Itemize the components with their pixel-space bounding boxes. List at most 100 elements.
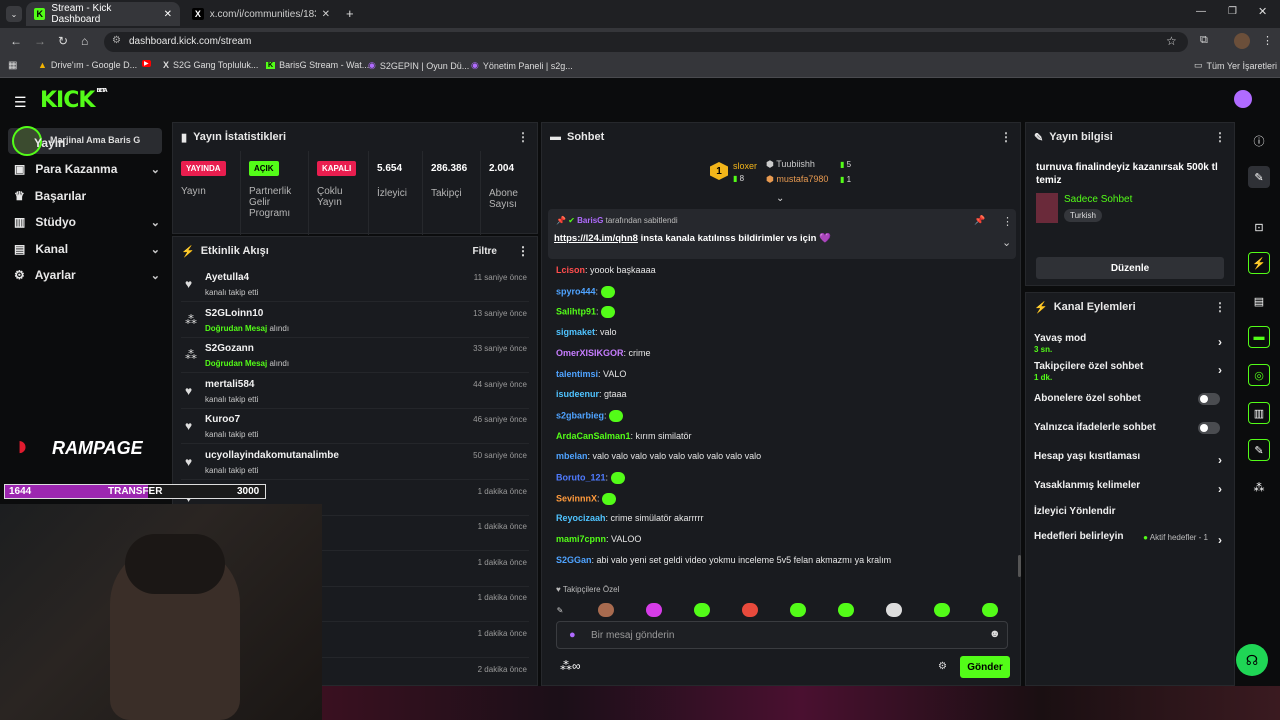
toggle-switch[interactable] (1198, 393, 1220, 405)
chat-username[interactable]: mami7cpnn (556, 534, 606, 544)
unpin-icon[interactable]: 📌 (974, 215, 985, 226)
event-user[interactable]: Ayetulla4 (205, 272, 249, 283)
tab-kick-dashboard[interactable]: K Stream - Kick Dashboard ✕ (26, 2, 180, 26)
reload-icon[interactable]: ↻ (58, 34, 68, 48)
event-row[interactable]: ♥ ucyollayindakomutanalimbe kanalı takip e… (181, 445, 529, 480)
event-row[interactable]: ♥ mertali584 kanalı takip etti 44 saniye ön… (181, 374, 529, 409)
channel-action-row[interactable]: Yasaklanmış kelimeler › (1034, 480, 1230, 504)
kick-logo[interactable]: KICK BETA (40, 88, 108, 113)
edit-icon[interactable]: ✎ (1248, 166, 1270, 188)
home-icon[interactable]: ⌂ (81, 34, 88, 48)
pinned-link[interactable]: https://l24.im/qhn8 (554, 233, 638, 244)
event-user[interactable]: Kuroo7 (205, 414, 240, 425)
nav-item-studyo[interactable]: ▥ Stüdyo ⌄ (14, 215, 160, 229)
capture-icon[interactable]: ⊡ (1248, 216, 1270, 238)
expand-chevron-icon[interactable]: ⌄ (1002, 236, 1011, 249)
chat-username[interactable]: OmerXISIKGOR (556, 348, 624, 358)
info-icon[interactable]: ⓘ (1248, 130, 1270, 152)
window-close-icon[interactable]: ✕ (1258, 5, 1267, 18)
stream-category[interactable]: Sadece Sohbet (1064, 194, 1132, 205)
tab-search-icon[interactable]: ⌄ (6, 6, 22, 22)
emote-icon[interactable] (886, 603, 902, 617)
minimize-icon[interactable]: — (1196, 6, 1206, 17)
event-row[interactable]: ⁂ S2GLoinn10 Doğrudan Mesaj alındı 13 saniy… (181, 303, 529, 338)
leader-name[interactable]: sloxer (733, 161, 757, 171)
wrench-icon[interactable]: ✎ (1248, 439, 1270, 461)
emote-icon[interactable] (790, 603, 806, 617)
kebab-menu-icon[interactable]: ⋮ (1000, 130, 1012, 144)
channel-action-row[interactable]: İzleyici Yönlendir (1034, 506, 1230, 530)
event-user[interactable]: S2Gozann (205, 343, 254, 354)
event-row[interactable]: ⁂ S2Gozann Doğrudan Mesaj alındı 33 saniye … (181, 338, 529, 374)
share-icon[interactable]: ⁂ (1248, 476, 1270, 498)
chat-username[interactable]: Boruto_121 (556, 472, 606, 482)
chat-username[interactable]: mbelan (556, 451, 588, 461)
forward-icon[interactable]: → (34, 34, 46, 48)
kebab-menu-icon[interactable]: ⋮ (1002, 215, 1013, 228)
channel-action-row[interactable]: Hesap yaşı kısıtlaması › (1034, 451, 1230, 475)
new-tab-icon[interactable]: + (346, 6, 354, 21)
emote-icon[interactable] (838, 603, 854, 617)
chat-username[interactable]: s2gbarbieg (556, 410, 604, 420)
leader-name[interactable]: Tuubiishh (776, 159, 815, 169)
profile-avatar[interactable] (1234, 33, 1250, 49)
chat-input[interactable]: ● Bir mesaj gönderin ☻ (556, 621, 1008, 649)
bookmark-barisg-stream[interactable]: K BarisG Stream - Wat... (266, 60, 369, 70)
bookmark-star-icon[interactable]: ☆ (1166, 34, 1177, 48)
url-field[interactable]: ⚙ dashboard.kick.com/stream ☆ (104, 32, 1188, 52)
kebab-menu-icon[interactable]: ⋮ (517, 130, 529, 144)
emote-icon[interactable] (934, 603, 950, 617)
edit-button[interactable]: Düzenle (1036, 257, 1224, 279)
layout-icon[interactable]: ▥ (1248, 402, 1270, 424)
browser-menu-icon[interactable]: ⋮ (1262, 34, 1273, 47)
chat-username[interactable]: S2GGan (556, 555, 592, 565)
chat-username[interactable]: sigmaket (556, 327, 595, 337)
chat-username[interactable]: ArdaCanSalman1 (556, 431, 631, 441)
send-button[interactable]: Gönder (960, 656, 1010, 678)
document-icon[interactable]: ▤ (1248, 290, 1270, 312)
chat-username[interactable]: Lcison (556, 265, 585, 275)
event-row[interactable]: ♥ Kuroo7 kanalı takip etti 46 saniye önce (181, 409, 529, 445)
bookmark-youtube[interactable]: ▶ (142, 60, 151, 67)
channel-action-row[interactable]: Takipçilere özel sohbet 1 dk. › (1034, 361, 1230, 385)
close-icon[interactable]: ✕ (322, 9, 330, 20)
restore-icon[interactable]: ❐ (1228, 6, 1237, 17)
user-avatar[interactable] (1234, 90, 1252, 108)
pencil-icon[interactable]: ✎ (552, 603, 568, 617)
bookmark-drive[interactable]: ▲ Drive'ım - Google D... (38, 60, 137, 70)
kebab-menu-icon[interactable]: ⋮ (1214, 300, 1226, 314)
support-headset-icon[interactable]: ☊ (1236, 644, 1268, 676)
chat-username[interactable]: talentimsi (556, 369, 598, 379)
toggle-switch[interactable] (1198, 422, 1220, 434)
event-row[interactable]: ♥ Ayetulla4 kanalı takip etti 11 saniye önc… (181, 267, 529, 302)
bookmark-s2g-gang[interactable]: X S2G Gang Topluluk... (163, 60, 258, 70)
nav-item-yayin[interactable]: Yayın (14, 136, 160, 150)
filter-button[interactable]: Filtre (473, 246, 497, 257)
lightning-icon[interactable]: ⚡ (1248, 252, 1270, 274)
chat-username[interactable]: Salihtp91 (556, 307, 596, 317)
bookmark-s2gepin[interactable]: ◉ S2GEPIN | Oyun Dü... (368, 60, 469, 71)
back-icon[interactable]: ← (10, 34, 22, 48)
site-info-icon[interactable]: ⚙ (112, 35, 121, 46)
collapse-chevron-icon[interactable]: ⌄ (776, 193, 784, 204)
broadcast-icon[interactable]: ◎ (1248, 364, 1270, 386)
event-user[interactable]: S2GLoinn10 (205, 308, 263, 319)
hamburger-menu-icon[interactable]: ☰ (14, 94, 27, 111)
event-user[interactable]: mertali584 (205, 379, 254, 390)
kebab-menu-icon[interactable]: ⋮ (517, 244, 529, 258)
extensions-icon[interactable]: ⧉ (1200, 34, 1208, 47)
chat-username[interactable]: isudeenur (556, 389, 599, 399)
chat-settings-gear-icon[interactable]: ⚙ (938, 661, 947, 672)
leader-name[interactable]: mustafa7980 (776, 174, 828, 184)
emote-icon[interactable] (742, 603, 758, 617)
bookmark-yonetim[interactable]: ◉ Yönetim Paneli | s2g... (471, 60, 573, 71)
channel-action-row[interactable]: Abonelere özel sohbet (1034, 393, 1230, 417)
event-user[interactable]: ucyollayindakomutanalimbe (205, 450, 339, 461)
close-icon[interactable]: ✕ (164, 9, 172, 20)
channel-action-row[interactable]: Yavaş mod 3 sn. › (1034, 333, 1230, 357)
nav-item-basarilar[interactable]: ♛ Başarılar (14, 189, 160, 203)
all-bookmarks[interactable]: ▭ Tüm Yer İşaretleri (1194, 60, 1277, 71)
apps-grid-icon[interactable]: ▦ (8, 60, 17, 71)
channel-action-row[interactable]: Hedefleri belirleyin ● Aktif hedefler - 1… (1034, 531, 1230, 555)
emote-icon[interactable] (694, 603, 710, 617)
